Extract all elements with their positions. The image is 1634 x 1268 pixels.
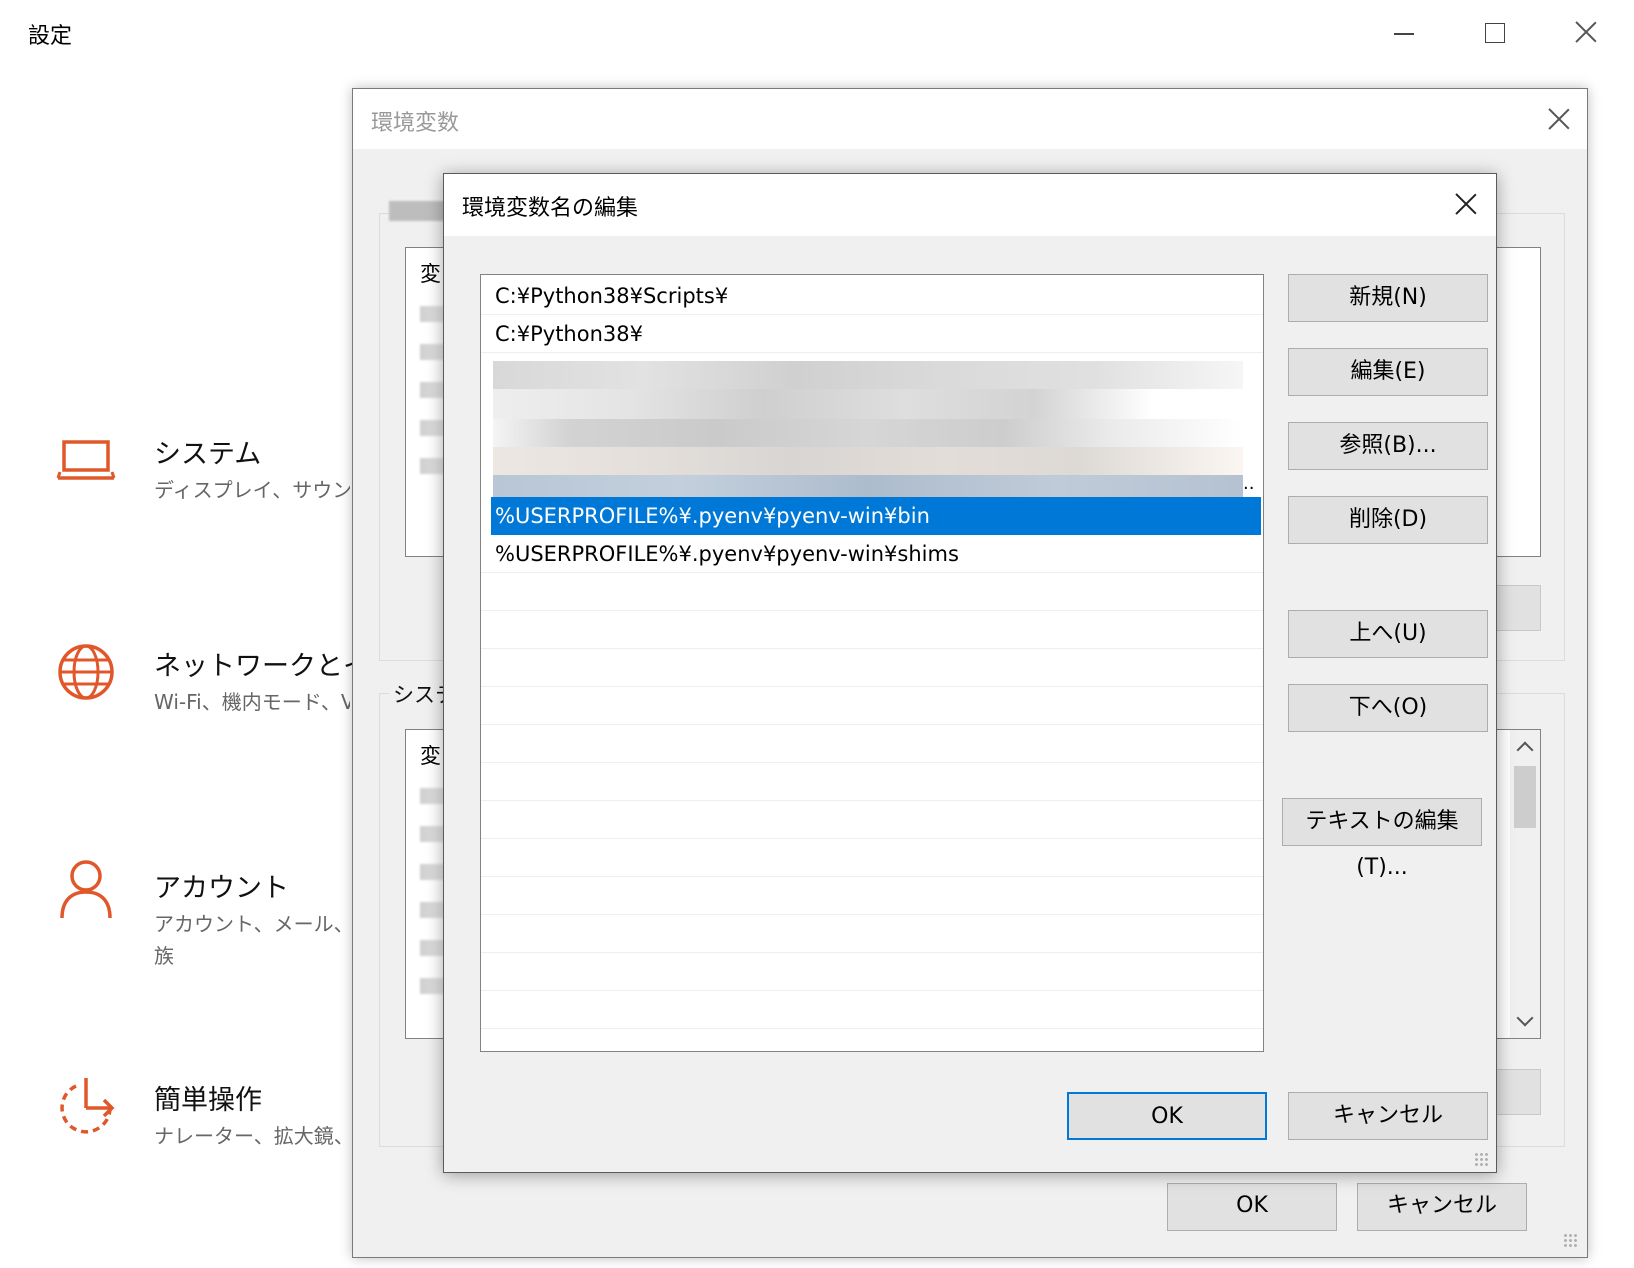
edit-titlebar: 環境変数名の編集	[444, 174, 1496, 236]
browse-button[interactable]: 参照(B)...	[1288, 422, 1488, 470]
globe-icon	[58, 644, 114, 700]
empty-row[interactable]	[481, 801, 1263, 839]
path-row[interactable]: %USERPROFILE%¥.pyenv¥pyenv-win¥shims	[481, 535, 1263, 573]
category-desc: アカウント、メール、同	[154, 912, 350, 936]
empty-row[interactable]	[481, 573, 1263, 611]
truncation-ellipsis: ..	[1243, 473, 1255, 494]
edit-text-button[interactable]: テキストの編集(T)...	[1282, 798, 1482, 880]
window-title: 設定	[28, 24, 73, 49]
path-row[interactable]: C:¥Python38¥	[481, 315, 1263, 353]
category-desc: Wi-Fi、機内モード、V	[154, 690, 350, 714]
maximize-button[interactable]	[1464, 10, 1524, 54]
pixel-block	[493, 389, 1243, 419]
env-ok-button[interactable]: OK	[1167, 1183, 1337, 1231]
user-group-label-blurred	[389, 201, 451, 221]
empty-row[interactable]	[481, 991, 1263, 1029]
empty-row[interactable]	[481, 763, 1263, 801]
edit-dialog-title: 環境変数名の編集	[462, 196, 639, 221]
env-titlebar: 環境変数	[353, 89, 1587, 149]
close-icon	[1574, 20, 1598, 44]
category-desc: ディスプレイ、サウンド、	[154, 478, 350, 502]
empty-row[interactable]	[481, 649, 1263, 687]
person-icon	[60, 860, 112, 919]
empty-row[interactable]	[481, 687, 1263, 725]
empty-row[interactable]	[481, 953, 1263, 991]
empty-row[interactable]	[481, 725, 1263, 763]
close-button[interactable]	[1556, 10, 1616, 54]
edit-close-icon[interactable]	[1454, 192, 1478, 216]
ok-button[interactable]: OK	[1067, 1092, 1267, 1140]
move-up-button[interactable]: 上へ(U)	[1288, 610, 1488, 658]
path-row-selected[interactable]: %USERPROFILE%¥.pyenv¥pyenv-win¥bin	[491, 497, 1261, 535]
path-list[interactable]: C:¥Python38¥Scripts¥ C:¥Python38¥ .. %US…	[480, 274, 1264, 1052]
category-ease-of-access[interactable]: 簡単操作 ナレーター、拡大鏡、ハ	[50, 1074, 350, 1184]
ease-of-access-icon	[60, 1078, 115, 1134]
pixel-block	[493, 419, 1243, 447]
env-close-icon[interactable]	[1547, 107, 1571, 131]
cancel-button[interactable]: キャンセル	[1288, 1092, 1488, 1140]
scroll-thumb[interactable]	[1514, 766, 1536, 828]
move-down-button[interactable]: 下へ(O)	[1288, 684, 1488, 732]
empty-row[interactable]	[481, 611, 1263, 649]
list-header: 変	[420, 262, 441, 286]
category-title: システム	[154, 439, 262, 470]
empty-row[interactable]	[481, 915, 1263, 953]
delete-button[interactable]: 削除(D)	[1288, 496, 1488, 544]
resize-grip[interactable]	[1474, 1152, 1490, 1168]
category-system[interactable]: システム ディスプレイ、サウンド、	[50, 428, 350, 538]
category-accounts[interactable]: アカウント アカウント、メール、同 族	[50, 860, 350, 972]
category-desc: ナレーター、拡大鏡、ハ	[154, 1124, 350, 1148]
env-dialog-title: 環境変数	[371, 111, 460, 136]
minimize-button[interactable]	[1374, 10, 1434, 54]
pixel-block	[493, 361, 1243, 389]
system-list-scrollbar[interactable]	[1510, 730, 1540, 1038]
edit-button[interactable]: 編集(E)	[1288, 348, 1488, 396]
category-title: アカウント	[154, 873, 289, 904]
laptop-icon	[56, 440, 116, 480]
category-title: 簡単操作	[154, 1085, 262, 1116]
env-cancel-button[interactable]: キャンセル	[1357, 1183, 1527, 1231]
category-desc-line2: 族	[154, 944, 174, 968]
category-network[interactable]: ネットワークとイン Wi-Fi、機内モード、V	[50, 640, 397, 750]
list-header: 変	[420, 744, 441, 768]
empty-row[interactable]	[481, 877, 1263, 915]
new-button[interactable]: 新規(N)	[1288, 274, 1488, 322]
resize-grip[interactable]	[1563, 1233, 1579, 1249]
edit-env-variable-dialog: 環境変数名の編集 C:¥Python38¥Scripts¥ C:¥Python3…	[443, 173, 1497, 1173]
scroll-down-icon[interactable]	[1516, 1009, 1534, 1027]
pixel-block	[493, 447, 1243, 475]
path-row[interactable]: C:¥Python38¥Scripts¥	[481, 277, 1263, 315]
pixel-block	[493, 475, 1243, 497]
scroll-up-icon[interactable]	[1516, 741, 1534, 759]
empty-row[interactable]	[481, 839, 1263, 877]
